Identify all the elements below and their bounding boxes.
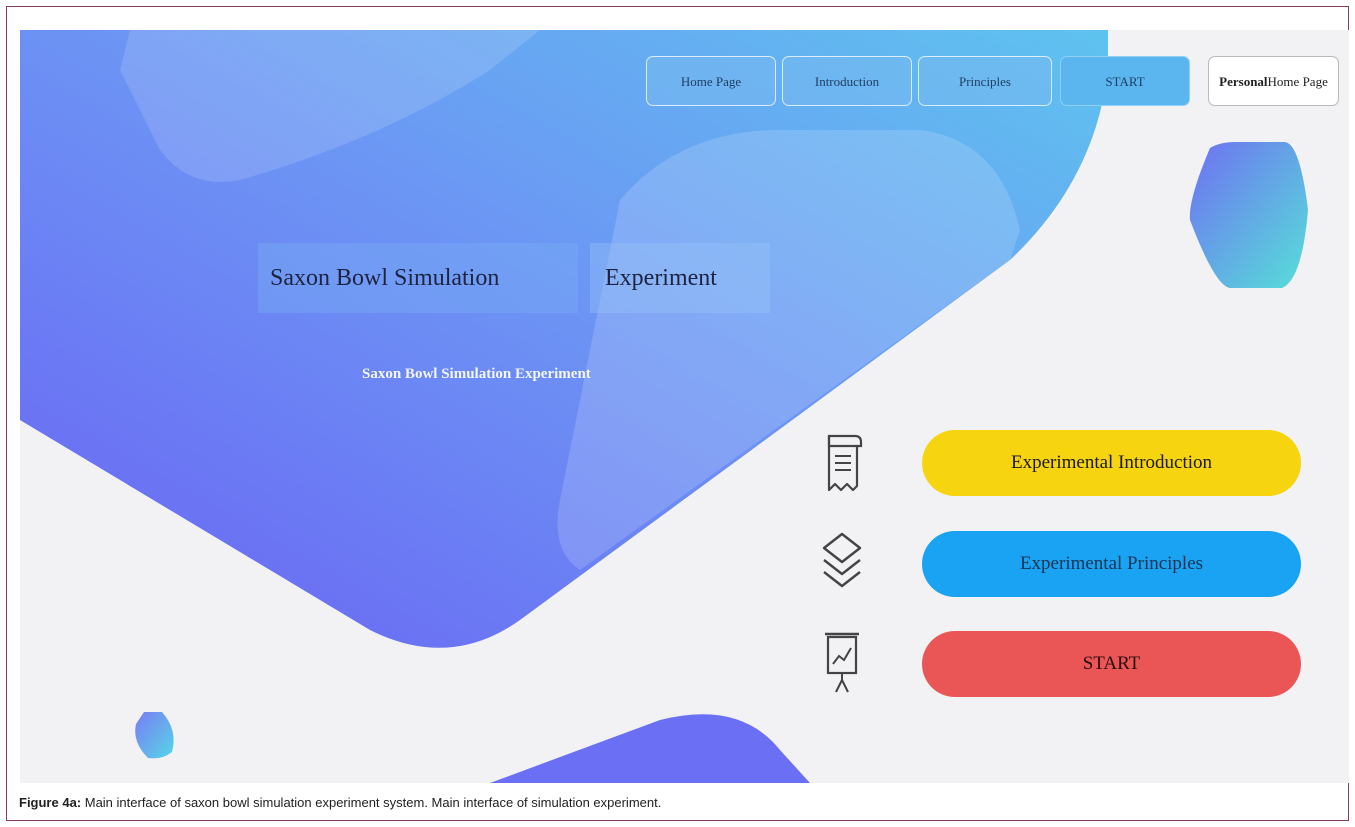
caption-text: Main interface of saxon bowl simulation …: [81, 795, 662, 810]
hero-subtitle: Saxon Bowl Simulation Experiment: [362, 366, 591, 382]
app-screen: Home Page Introduction Principles START …: [20, 30, 1349, 783]
layers-icon: [822, 532, 862, 588]
nav-introduction-button[interactable]: Introduction: [782, 56, 912, 106]
personal-line2: Home Page: [1267, 73, 1328, 89]
nav-personal-home-button[interactable]: Personal Home Page: [1208, 56, 1339, 106]
hero-title-part2: Experiment: [590, 243, 770, 313]
nav-home-button[interactable]: Home Page: [646, 56, 776, 106]
small-hexagon-shape: [135, 712, 174, 759]
hero-title-part1: Saxon Bowl Simulation: [258, 243, 578, 313]
start-button[interactable]: START: [922, 631, 1301, 697]
presentation-chart-icon: [825, 632, 859, 693]
personal-line1: Personal: [1219, 73, 1268, 89]
nav-start-button[interactable]: START: [1060, 56, 1190, 106]
experimental-introduction-button[interactable]: Experimental Introduction: [922, 430, 1301, 496]
caption-label: Figure 4a:: [19, 795, 82, 810]
scroll-document-icon: [827, 434, 863, 492]
bottom-blob-shape: [490, 714, 810, 783]
right-hexagon-shape: [1189, 142, 1308, 288]
light-overlay-shape: [557, 130, 1020, 570]
nav-principles-button[interactable]: Principles: [918, 56, 1052, 106]
figure-caption: Figure 4a: Main interface of saxon bowl …: [19, 795, 661, 810]
experimental-principles-button[interactable]: Experimental Principles: [922, 531, 1301, 597]
